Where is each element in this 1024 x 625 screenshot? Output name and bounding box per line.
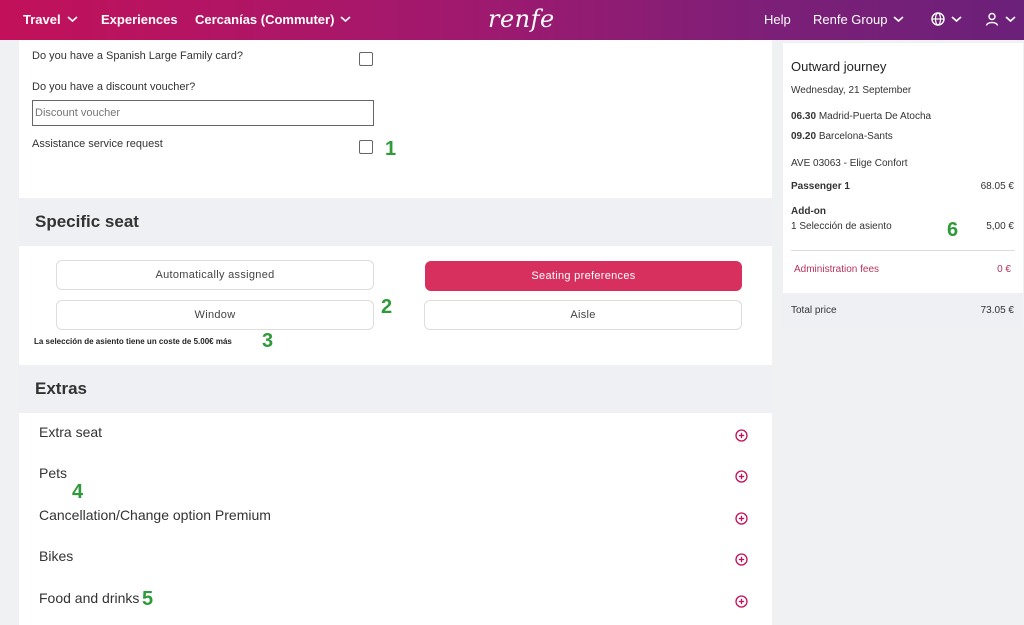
extra-label: Extra seat [39, 424, 103, 440]
nav-travel-label: Travel [23, 12, 61, 27]
top-navigation-bar: Travel Experiences Cercanías (Commuter) … [0, 0, 1024, 40]
assistance-label: Assistance service request [32, 138, 163, 150]
passenger-price: 68.05 € [980, 181, 1014, 192]
globe-icon [931, 12, 945, 26]
plus-circle-icon[interactable] [735, 553, 748, 566]
renfe-logo[interactable]: renfe [488, 5, 555, 33]
large-family-label: Do you have a Spanish Large Family card? [32, 50, 243, 62]
nav-commuter-label: Cercanías (Commuter) [195, 12, 335, 27]
user-icon [985, 12, 999, 26]
chevron-down-icon [951, 15, 962, 22]
auto-assigned-button[interactable]: Automatically assigned [56, 260, 374, 290]
specific-seat-heading: Specific seat [19, 198, 772, 246]
nav-experiences-label: Experiences [101, 12, 178, 27]
admin-fees-price: 0 € [997, 264, 1011, 275]
departure-time: 06.30 [791, 111, 817, 122]
outward-journey-title: Outward journey [791, 59, 887, 74]
chevron-down-icon [893, 16, 904, 23]
total-price-value: 73.05 € [980, 305, 1014, 316]
total-price-label: Total price [791, 305, 837, 316]
language-selector[interactable] [931, 12, 962, 26]
chevron-down-icon [340, 16, 351, 23]
extra-row-bikes[interactable]: Bikes [19, 538, 772, 579]
plus-circle-icon[interactable] [735, 512, 748, 525]
annotation-2: 2 [381, 296, 393, 318]
nav-help[interactable]: Help [764, 12, 791, 27]
booking-options-panel: Do you have a Spanish Large Family card?… [19, 40, 772, 625]
nav-group-label: Renfe Group [813, 12, 888, 27]
annotation-6: 6 [947, 219, 959, 241]
annotation-3: 3 [262, 330, 274, 352]
extra-label: Cancellation/Change option Premium [39, 507, 271, 523]
nav-help-label: Help [764, 12, 791, 27]
departure-station: Madrid-Puerta De Atocha [818, 111, 932, 122]
extra-row-pets[interactable]: Pets [19, 455, 772, 496]
voucher-label: Do you have a discount voucher? [32, 81, 196, 93]
user-menu[interactable] [985, 12, 1016, 26]
summary-divider [791, 250, 1015, 251]
arrival-station: Barcelona-Sants [818, 131, 893, 142]
seat-cost-note: La selección de asiento tiene un coste d… [34, 337, 232, 346]
plus-circle-icon[interactable] [735, 595, 748, 608]
chevron-down-icon [1005, 15, 1016, 22]
plus-circle-icon[interactable] [735, 470, 748, 483]
assistance-checkbox[interactable] [359, 140, 373, 154]
window-seat-button[interactable]: Window [56, 300, 374, 330]
admin-fees-label: Administration fees [794, 264, 880, 275]
total-price-bar: Total price 73.05 € [783, 293, 1023, 329]
annotation-5: 5 [142, 588, 154, 610]
annotation-1: 1 [385, 138, 397, 160]
addon-price: 5,00 € [986, 221, 1014, 232]
plus-circle-icon[interactable] [735, 429, 748, 442]
extra-row-extra-seat[interactable]: Extra seat [19, 414, 772, 455]
arrival-line: 09.20 Barcelona-Sants [791, 131, 893, 142]
extra-row-cancellation[interactable]: Cancellation/Change option Premium [19, 497, 772, 538]
journey-date: Wednesday, 21 September [791, 85, 912, 96]
nav-experiences[interactable]: Experiences [101, 12, 178, 27]
chevron-down-icon [67, 16, 78, 23]
extra-label: Food and drinks [39, 590, 140, 606]
train-info: AVE 03063 - Elige Confort [791, 158, 908, 169]
large-family-checkbox[interactable] [359, 52, 373, 66]
extras-heading: Extras [19, 365, 772, 413]
extra-row-food-drinks[interactable]: Food and drinks [19, 580, 772, 621]
arrival-time: 09.20 [791, 131, 817, 142]
extra-label: Pets [39, 465, 68, 481]
addon-item: 1 Selección de asiento [791, 221, 892, 232]
seating-preferences-button[interactable]: Seating preferences [425, 261, 742, 291]
addon-label: Add-on [791, 206, 826, 217]
nav-travel[interactable]: Travel [23, 12, 78, 27]
extra-label: Bikes [39, 548, 74, 564]
nav-renfe-group[interactable]: Renfe Group [813, 12, 904, 27]
discount-voucher-input[interactable] [32, 100, 374, 126]
nav-commuter[interactable]: Cercanías (Commuter) [195, 12, 351, 27]
departure-line: 06.30 Madrid-Puerta De Atocha [791, 111, 931, 122]
aisle-seat-button[interactable]: Aisle [424, 300, 742, 330]
passenger-label: Passenger 1 [791, 181, 850, 192]
journey-summary-panel: Outward journey Wednesday, 21 September … [783, 43, 1023, 329]
